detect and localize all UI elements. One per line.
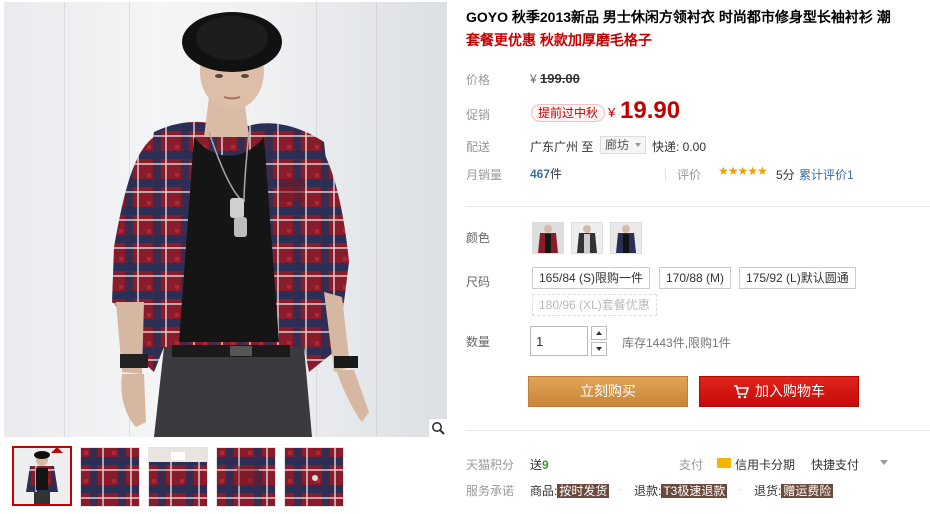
service-dot: · — [618, 482, 622, 496]
chevron-up-icon — [596, 331, 602, 335]
quantity-increase-button[interactable] — [591, 326, 607, 340]
rating-score: 5分 — [776, 168, 795, 182]
review-count-link[interactable]: 累计评价1 — [799, 166, 854, 183]
current-price-currency: ¥ — [608, 105, 616, 120]
service-return: 退货: 赠运费险 — [754, 482, 834, 499]
thumbnail-2[interactable] — [80, 447, 140, 507]
pay-options-chevron-icon[interactable] — [880, 460, 888, 465]
thumbnail-strip — [4, 443, 447, 509]
original-price-currency: ¥ — [530, 72, 537, 86]
current-price: 19.90 — [620, 97, 681, 124]
product-subtitle: 套餐更优惠 秋款加厚磨毛格子 — [466, 32, 652, 48]
ship-from: 广东广州 至 — [530, 138, 593, 155]
points-prefix: 送 — [530, 458, 543, 472]
service-refund-prefix: 退款: — [634, 484, 662, 498]
quantity-input[interactable] — [530, 326, 588, 356]
service-refund-tag: T3极速退款 — [661, 484, 728, 498]
product-title: GOYO 秋季2013新品 男士休闲方领衬衣 时尚都市修身型长袖衬衫 潮 — [466, 9, 891, 25]
monthly-sales: 467件 — [530, 165, 562, 182]
ship-to-word: 至 — [581, 140, 594, 154]
size-option-m[interactable]: 170/88 (M) — [659, 267, 732, 289]
points-label: 天猫积分 — [466, 458, 515, 472]
monthly-sales-label: 月销量 — [466, 168, 503, 182]
pay-label: 支付 — [679, 458, 704, 472]
chevron-down-icon — [596, 347, 602, 351]
credit-installment[interactable]: 信用卡分期 — [735, 456, 795, 473]
cart-icon — [734, 385, 749, 399]
monthly-sales-unit: 件 — [550, 167, 563, 181]
service-shipping-prefix: 商品: — [530, 484, 558, 498]
ship-to-select[interactable]: 廊坊 — [600, 136, 647, 154]
thumbnail-5[interactable] — [284, 447, 344, 507]
color-swatch-3[interactable] — [610, 222, 642, 254]
original-price: ¥ 199.00 — [530, 71, 580, 86]
rating-divider: | — [664, 166, 668, 180]
add-to-cart-label: 加入购物车 — [755, 383, 825, 399]
points-value: 送9 — [530, 456, 549, 473]
size-option-xl: 180/96 (XL)套餐优惠 — [532, 294, 657, 316]
quantity-decrease-button[interactable] — [591, 342, 607, 356]
color-swatch-2[interactable] — [571, 222, 603, 254]
size-option-l[interactable]: 175/92 (L)默认圆通 — [739, 267, 856, 289]
original-price-value: 199.00 — [540, 71, 580, 86]
promo-tag: 提前过中秋 — [531, 104, 606, 122]
service-return-prefix: 退货: — [754, 484, 782, 498]
rating-label: 评价 — [677, 168, 702, 182]
service-label: 服务承诺 — [466, 484, 515, 498]
service-return-tag: 赠运费险 — [781, 484, 834, 498]
service-refund: 退款: T3极速退款 — [634, 482, 728, 499]
size-label: 尺码 — [466, 275, 491, 289]
thumbnail-3[interactable] — [148, 447, 208, 507]
chevron-down-icon — [635, 143, 642, 147]
magnifier-icon — [432, 422, 445, 435]
zoom-button[interactable] — [428, 418, 447, 437]
shipping-label: 配送 — [466, 140, 491, 154]
rating-stars: ★★★★★ — [718, 164, 768, 178]
quantity-label: 数量 — [466, 335, 491, 349]
active-thumb-arrow — [51, 448, 63, 453]
add-to-cart-button[interactable]: 加入购物车 — [699, 376, 859, 407]
color-swatch-1[interactable] — [532, 222, 564, 254]
thumbnail-4[interactable] — [216, 447, 276, 507]
service-shipping-tag: 按时发货 — [557, 484, 610, 498]
quick-pay[interactable]: 快捷支付 — [811, 456, 859, 473]
points-number: 9 — [542, 458, 549, 472]
service-dot: · — [738, 482, 742, 496]
ship-to-city: 廊坊 — [605, 138, 630, 152]
ship-from-city: 广东广州 — [530, 140, 579, 154]
footer-divider — [466, 430, 930, 431]
monthly-sales-count: 467 — [530, 167, 551, 181]
size-option-s[interactable]: 165/84 (S)限购一件 — [532, 267, 651, 289]
color-label: 颜色 — [466, 231, 491, 245]
credit-card-icon — [717, 458, 731, 468]
section-divider — [466, 206, 930, 207]
promo-label: 促销 — [466, 108, 491, 122]
main-product-photo[interactable] — [4, 2, 447, 437]
thumbnail-1[interactable] — [12, 446, 72, 506]
stock-info: 库存1443件,限购1件 — [622, 336, 731, 350]
service-shipping: 商品: 按时发货 — [530, 482, 610, 499]
shipping-fee: 快递: 0.00 — [652, 140, 707, 154]
price-label: 价格 — [466, 73, 491, 87]
model-figure — [112, 12, 369, 437]
buy-now-button[interactable]: 立刻购买 — [528, 376, 688, 407]
